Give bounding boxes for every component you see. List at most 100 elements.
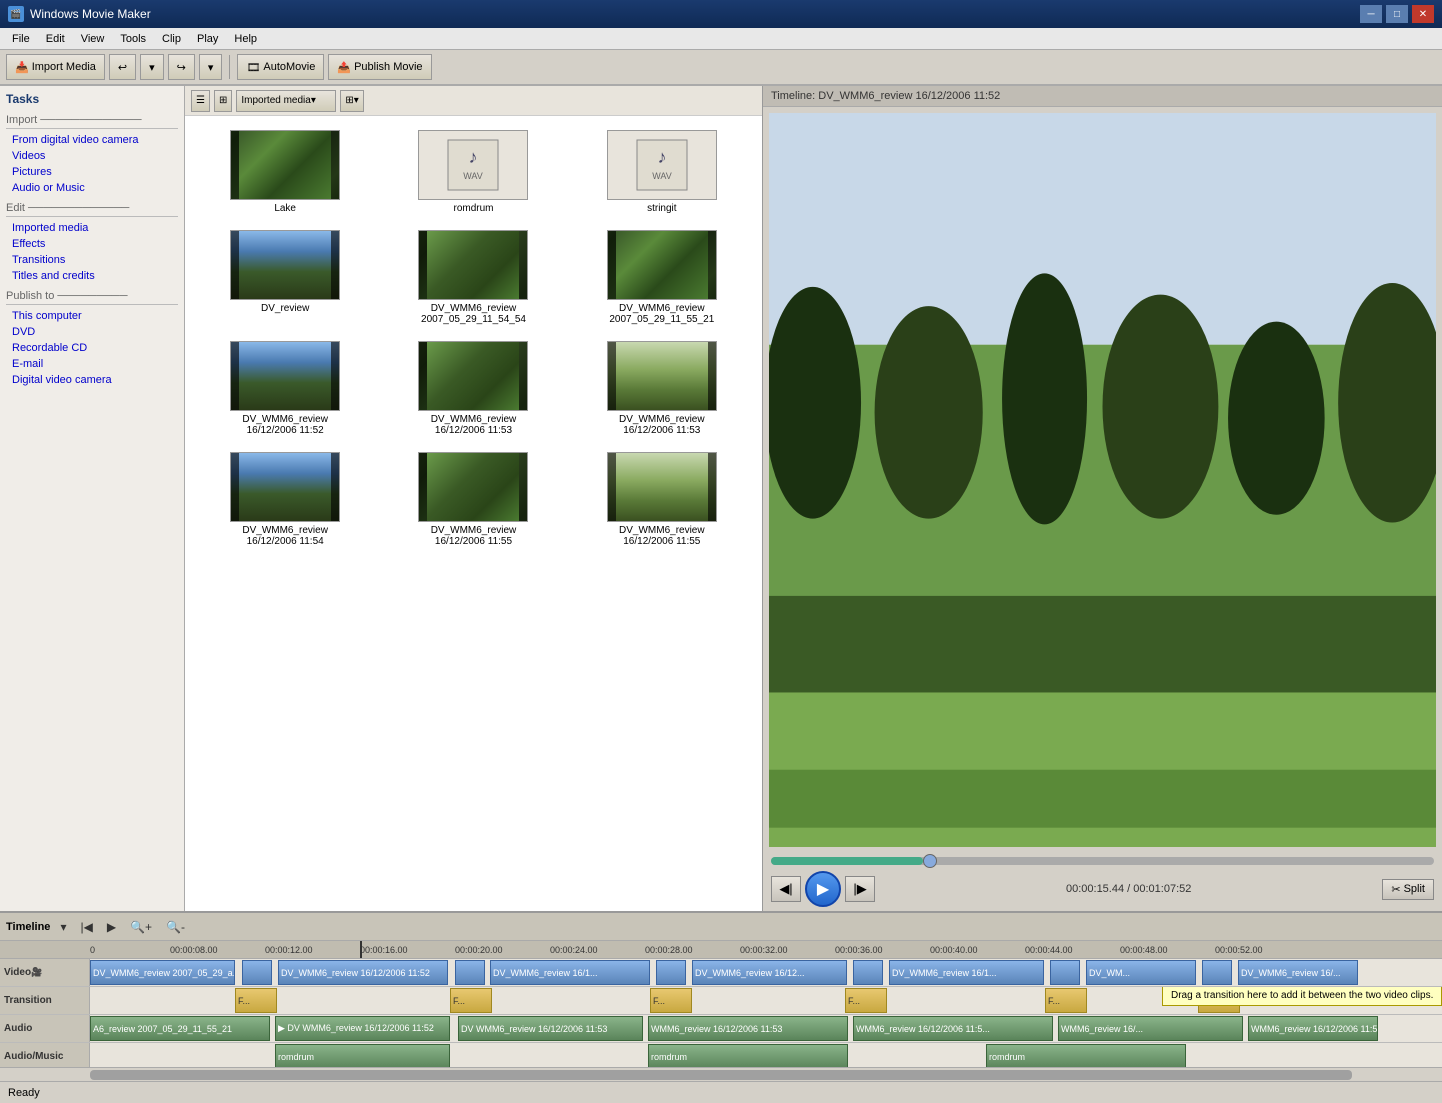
- timeline-clip[interactable]: F...: [235, 988, 277, 1013]
- media-item[interactable]: DV_WMM6_review 16/12/2006 11:53: [383, 337, 563, 440]
- timeline-clip[interactable]: [1202, 960, 1232, 985]
- task-titles-credits[interactable]: Titles and credits: [6, 268, 178, 284]
- task-videos[interactable]: Videos: [6, 148, 178, 164]
- timeline-clip[interactable]: DV_WMM6_review 16/12/2006 11:52: [278, 960, 448, 985]
- media-thumb: [418, 230, 528, 300]
- menu-item-view[interactable]: View: [73, 31, 113, 47]
- menu-item-clip[interactable]: Clip: [154, 31, 189, 47]
- menu-item-help[interactable]: Help: [226, 31, 265, 47]
- ruler-mark: 00:00:12.00: [265, 945, 313, 955]
- task-effects[interactable]: Effects: [6, 236, 178, 252]
- timeline-clip[interactable]: [242, 960, 272, 985]
- timeline-clip[interactable]: DV_WMM6_review 16/1...: [490, 960, 650, 985]
- track-content[interactable]: DV_WMM6_review 2007_05_29_a... DV_WMM6_re…: [90, 959, 1442, 986]
- media-item[interactable]: Lake: [195, 126, 375, 218]
- menu-item-tools[interactable]: Tools: [112, 31, 154, 47]
- timeline-clip[interactable]: [853, 960, 883, 985]
- task-email[interactable]: E-mail: [6, 356, 178, 372]
- timeline-clip[interactable]: DV_WM...: [1086, 960, 1196, 985]
- timeline-tracks: Video 🎥DV_WMM6_review 2007_05_29_a...DV_…: [0, 959, 1442, 1067]
- media-item[interactable]: ♪ WAV romdrum: [383, 126, 563, 218]
- timeline-dropdown-button[interactable]: ▾: [56, 918, 70, 936]
- media-item[interactable]: DV_WMM6_review 16/12/2006 11:55: [572, 448, 752, 551]
- timeline-position-indicator: [360, 941, 362, 958]
- timeline-clip[interactable]: WMM6_review 16/12/2006 11:5...: [853, 1016, 1053, 1041]
- timeline-clip[interactable]: romdrum: [986, 1044, 1186, 1067]
- close-button[interactable]: ✕: [1412, 5, 1434, 23]
- timeline-clip[interactable]: F...: [650, 988, 692, 1013]
- fast-forward-button[interactable]: |▶: [845, 876, 875, 902]
- task-dvd[interactable]: DVD: [6, 324, 178, 340]
- track-content[interactable]: A6_review 2007_05_29_11_55_21▶ DV WMM6_r…: [90, 1015, 1442, 1042]
- track-content[interactable]: romdrum romdrum romdrum: [90, 1043, 1442, 1067]
- timeline-clip[interactable]: DV WMM6_review 16/12/2006 11:53: [458, 1016, 643, 1041]
- timeline-clip[interactable]: DV_WMM6_review 16/...: [1238, 960, 1358, 985]
- timeline-clip[interactable]: romdrum: [648, 1044, 848, 1067]
- media-item[interactable]: DV_WMM6_review 16/12/2006 11:53: [572, 337, 752, 440]
- media-item[interactable]: ♪ WAV stringit: [572, 126, 752, 218]
- timeline-clip[interactable]: [455, 960, 485, 985]
- media-item[interactable]: DV_WMM6_review 2007_05_29_11_54_54: [383, 226, 563, 329]
- timeline-zoom-in-button[interactable]: 🔍+: [126, 918, 156, 936]
- view-details-button[interactable]: ☰: [191, 90, 210, 112]
- timeline-clip[interactable]: WMM6_review 16/12/2006 11:55 1...: [1248, 1016, 1378, 1041]
- play-button[interactable]: ▶: [805, 871, 841, 907]
- publish-movie-button[interactable]: 📤 Publish Movie: [328, 54, 431, 80]
- media-label: DV_WMM6_review 2007_05_29_11_55_21: [607, 303, 717, 325]
- task-dv-camera[interactable]: Digital video camera: [6, 372, 178, 388]
- menu-item-play[interactable]: Play: [189, 31, 226, 47]
- task-pictures[interactable]: Pictures: [6, 164, 178, 180]
- view-thumbnails-button[interactable]: ⊞: [214, 90, 232, 112]
- task-recordable-cd[interactable]: Recordable CD: [6, 340, 178, 356]
- timeline-clip[interactable]: romdrum: [275, 1044, 450, 1067]
- timeline-clip[interactable]: [656, 960, 686, 985]
- automovie-button[interactable]: 🎞 AutoMovie: [237, 54, 324, 80]
- media-item[interactable]: DV_WMM6_review 16/12/2006 11:54: [195, 448, 375, 551]
- preview-progress-bar[interactable]: [771, 857, 1434, 865]
- task-from-camera[interactable]: From digital video camera: [6, 132, 178, 148]
- timeline-clip[interactable]: F...: [450, 988, 492, 1013]
- timeline-scrollbar[interactable]: [0, 1067, 1442, 1081]
- media-item[interactable]: DV_WMM6_review 16/12/2006 11:55: [383, 448, 563, 551]
- task-this-computer[interactable]: This computer: [6, 308, 178, 324]
- task-audio[interactable]: Audio or Music: [6, 180, 178, 196]
- timeline-rewind-button[interactable]: |◀: [76, 918, 96, 936]
- timeline-play-button[interactable]: ▶: [103, 918, 120, 936]
- timeline-clip[interactable]: WMM6_review 16/...: [1058, 1016, 1243, 1041]
- preview-panel: Timeline: DV_WMM6_review 16/12/2006 11:5…: [762, 86, 1442, 911]
- import-media-button[interactable]: 📥 Import Media: [6, 54, 105, 80]
- undo-button[interactable]: ↩: [109, 54, 136, 80]
- rewind-button[interactable]: ◀|: [771, 876, 801, 902]
- track-row: Audio/Musicromdrumromdrumromdrum: [0, 1043, 1442, 1067]
- timeline-clip[interactable]: ▶ DV WMM6_review 16/12/2006 11:52: [275, 1016, 450, 1041]
- media-item[interactable]: DV_WMM6_review 2007_05_29_11_55_21: [572, 226, 752, 329]
- menu-item-edit[interactable]: Edit: [38, 31, 73, 47]
- timeline-clip[interactable]: [1050, 960, 1080, 985]
- timeline-clip[interactable]: DV_WMM6_review 2007_05_29_a...: [90, 960, 235, 985]
- ruler-mark: 00:00:36.00: [835, 945, 883, 955]
- timeline-clip[interactable]: WMM6_review 16/12/2006 11:53: [648, 1016, 848, 1041]
- task-imported-media[interactable]: Imported media: [6, 220, 178, 236]
- timeline-zoom-out-button[interactable]: 🔍-: [162, 918, 189, 936]
- restore-button[interactable]: □: [1386, 5, 1408, 23]
- media-item[interactable]: DV_WMM6_review 16/12/2006 11:52: [195, 337, 375, 440]
- sort-button[interactable]: ⊞▾: [340, 90, 363, 112]
- redo-dropdown-button[interactable]: ▾: [199, 54, 223, 80]
- menu-item-file[interactable]: File: [4, 31, 38, 47]
- timeline-clip[interactable]: A6_review 2007_05_29_11_55_21: [90, 1016, 270, 1041]
- timeline-clip[interactable]: DV_WMM6_review 16/12...: [692, 960, 847, 985]
- timeline-clip[interactable]: DV_WMM6_review 16/1...: [889, 960, 1044, 985]
- split-button[interactable]: ✂ Split: [1382, 879, 1434, 900]
- redo-button[interactable]: ↪: [168, 54, 195, 80]
- imported-media-dropdown[interactable]: Imported media ▾: [236, 90, 336, 112]
- timeline-clip[interactable]: F...: [845, 988, 887, 1013]
- media-item[interactable]: DV_review: [195, 226, 375, 329]
- scrollbar-thumb[interactable]: [90, 1070, 1352, 1080]
- preview-buttons: ◀| ▶ |▶ 00:00:15.44 / 00:01:07:52 ✂ Spli…: [771, 871, 1434, 907]
- track-content[interactable]: F...F...F...F...F...F...Drag a transitio…: [90, 987, 1442, 1014]
- minimize-button[interactable]: ─: [1360, 5, 1382, 23]
- undo-dropdown-button[interactable]: ▾: [140, 54, 164, 80]
- task-transitions[interactable]: Transitions: [6, 252, 178, 268]
- media-label: DV_WMM6_review 16/12/2006 11:53: [607, 414, 717, 436]
- timeline-clip[interactable]: F...: [1045, 988, 1087, 1013]
